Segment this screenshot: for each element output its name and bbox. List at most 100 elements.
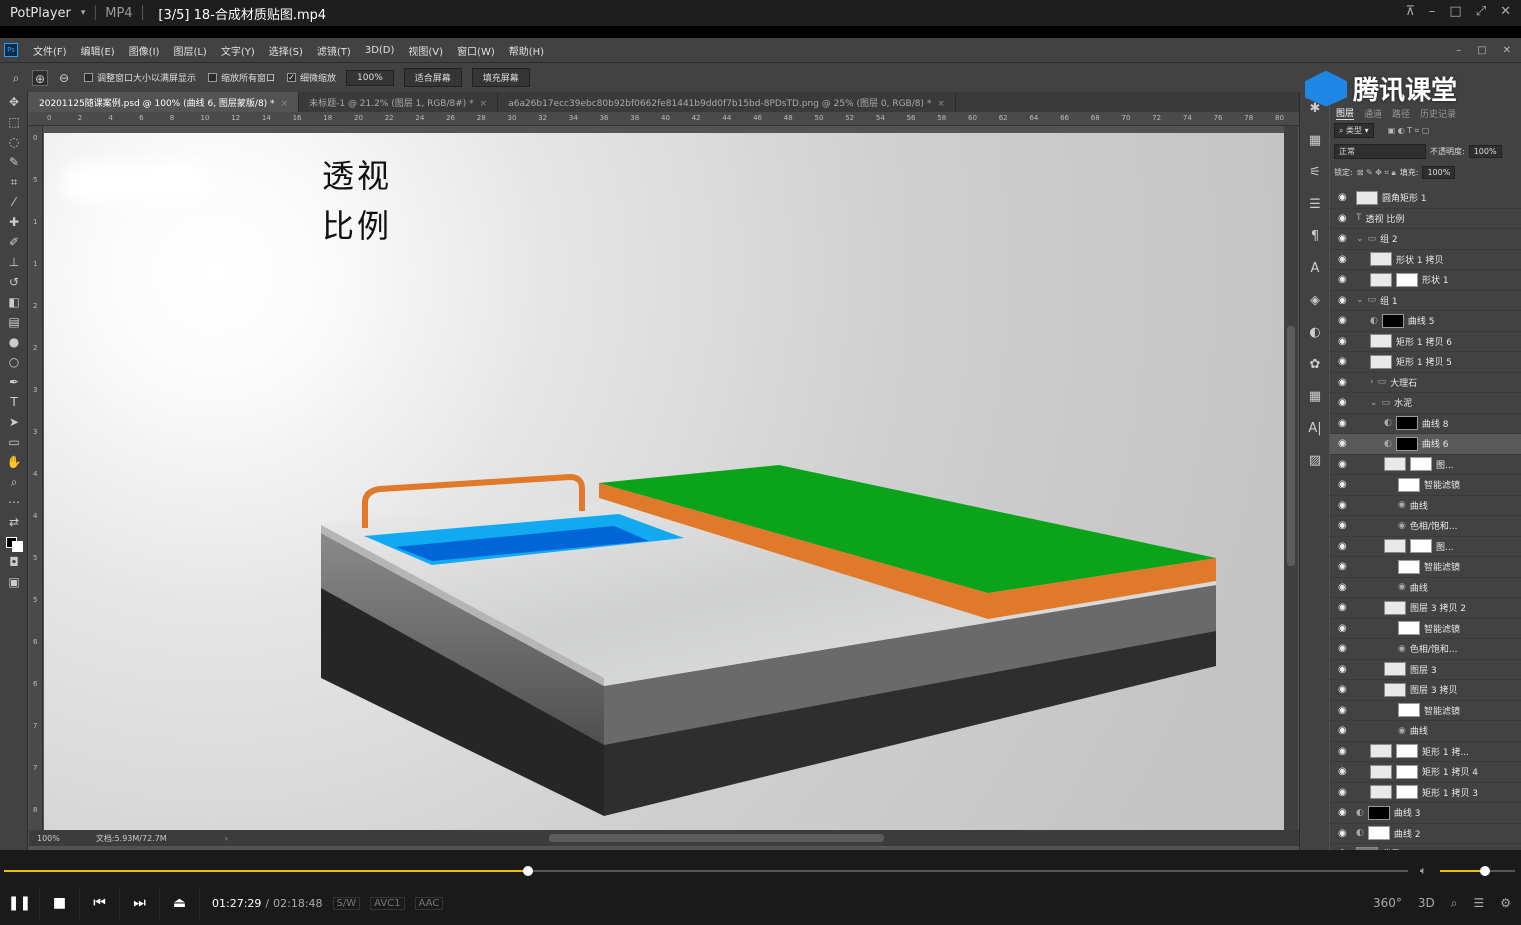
fill-screen-button[interactable]: 填充屏幕 xyxy=(471,68,530,87)
pen-tool-icon[interactable]: ✒ xyxy=(0,372,28,392)
menu-image[interactable]: 图像(I) xyxy=(122,43,167,58)
layer-row[interactable]: ◉ 图层 3 拷贝 xyxy=(1330,680,1521,701)
horizontal-scroll-thumb[interactable] xyxy=(549,834,884,842)
layer-row[interactable]: ◉ 形状 1 拷贝 xyxy=(1330,250,1521,270)
seek-bar[interactable] xyxy=(4,866,1408,876)
filter-icons[interactable]: ▣ ◐ T ⌗ ▢ xyxy=(1388,126,1430,136)
more-tools-icon[interactable]: ⋯ xyxy=(0,492,28,512)
horizontal-ruler[interactable]: 0 2 4 6 8 10 12 14 16 18 20 22 24 26 28 30 32 34 36 38 40 42 4… xyxy=(29,112,1315,126)
brush-presets-icon[interactable]: ▦ xyxy=(1300,124,1330,156)
tab-layers[interactable]: 图层 xyxy=(1336,106,1355,120)
type-tool-icon[interactable]: T xyxy=(0,392,28,412)
visibility-eye-icon[interactable]: ◉ xyxy=(1338,397,1347,408)
menu-icon[interactable]: ☰ xyxy=(1473,896,1484,911)
volume-handle[interactable] xyxy=(1480,866,1490,876)
zoom-readout[interactable]: 100% xyxy=(37,834,60,843)
visibility-eye-icon[interactable]: ◉ xyxy=(1338,746,1347,757)
menu-type[interactable]: 文字(Y) xyxy=(214,43,262,58)
layer-row[interactable]: ◉ ⌄ ▭ 组 2 xyxy=(1330,229,1521,250)
blur-icon[interactable]: ● xyxy=(0,332,28,352)
layer-row[interactable]: ◉ ◉ 曲线 xyxy=(1330,496,1521,516)
video-codec-tag[interactable]: AVC1 xyxy=(370,896,405,910)
visibility-eye-icon[interactable]: ◉ xyxy=(1338,274,1347,285)
menu-help[interactable]: 帮助(H) xyxy=(502,43,551,58)
gradient-icon[interactable]: ▤ xyxy=(0,312,28,332)
fill-input[interactable]: 100% xyxy=(1422,166,1456,179)
paragraph-icon[interactable]: ¶ xyxy=(1300,220,1330,252)
pause-button[interactable]: ❚❚ xyxy=(0,887,40,919)
quick-select-icon[interactable]: ✎ xyxy=(0,152,28,172)
chevron-right-icon[interactable]: › xyxy=(225,834,228,843)
doc-tab-active[interactable]: 20201125随课案例.psd @ 100% (曲线 6, 图层蒙版/8) *… xyxy=(29,92,300,112)
menu-filter[interactable]: 滤镜(T) xyxy=(310,43,358,58)
zoom-100-button[interactable]: 100% xyxy=(346,69,394,86)
visibility-eye-icon[interactable]: ◉ xyxy=(1338,315,1347,326)
decoder-tag[interactable]: S/W xyxy=(332,896,361,910)
seek-handle[interactable] xyxy=(522,866,533,876)
character-icon[interactable]: A| xyxy=(1300,412,1330,444)
layer-row[interactable]: ◉ 智能滤镜 xyxy=(1330,701,1521,721)
layer-row[interactable]: ◉ ◉ 色相/饱和... xyxy=(1330,639,1521,660)
fullscreen-icon[interactable]: ⤢ xyxy=(1476,4,1486,19)
kind-filter-select[interactable]: ⌕ 类型 ▾ xyxy=(1334,123,1374,138)
layer-row[interactable]: ◉ ◐ 曲线 6 xyxy=(1330,434,1521,455)
visibility-eye-icon[interactable]: ◉ xyxy=(1338,582,1347,593)
scroll-thumb[interactable] xyxy=(1287,326,1295,566)
visibility-eye-icon[interactable]: ◉ xyxy=(1338,623,1347,634)
3d-icon[interactable]: ◈ xyxy=(1300,284,1330,316)
menu-layer[interactable]: 图层(L) xyxy=(166,43,213,58)
visibility-eye-icon[interactable]: ◉ xyxy=(1338,356,1347,367)
visibility-eye-icon[interactable]: ◉ xyxy=(1338,787,1347,798)
playlist-search-icon[interactable]: ⌕ xyxy=(1451,896,1458,911)
visibility-eye-icon[interactable]: ◉ xyxy=(1338,725,1347,736)
visibility-eye-icon[interactable]: ◉ xyxy=(1338,500,1347,511)
layer-row[interactable]: ◉ ◉ 曲线 xyxy=(1330,721,1521,742)
player-app-name[interactable]: PotPlayer xyxy=(0,6,81,21)
dodge-icon[interactable]: ○ xyxy=(0,352,28,372)
lasso-tool-icon[interactable]: ◌ xyxy=(0,132,28,152)
close-icon[interactable]: ✕ xyxy=(1503,45,1511,56)
visibility-eye-icon[interactable]: ◉ xyxy=(1338,766,1347,777)
visibility-eye-icon[interactable]: ◉ xyxy=(1338,192,1347,203)
menu-edit[interactable]: 编辑(E) xyxy=(74,43,122,58)
healing-brush-icon[interactable]: ✚ xyxy=(0,212,28,232)
layer-row[interactable]: ◉ 矩形 1 拷贝 4 xyxy=(1330,762,1521,783)
layer-row[interactable]: ◉ ◐ 曲线 2 xyxy=(1330,824,1521,844)
hand-tool-icon[interactable]: ✋ xyxy=(0,452,28,472)
minimize-icon[interactable]: – xyxy=(1429,4,1436,19)
layer-row[interactable]: ◉ 智能滤镜 xyxy=(1330,619,1521,639)
channels-icon[interactable]: ▨ xyxy=(1300,444,1330,476)
tab-channels[interactable]: 通道 xyxy=(1364,107,1382,120)
previous-button[interactable]: ⏮ xyxy=(80,887,120,919)
stop-button[interactable]: ■ xyxy=(40,887,80,919)
layer-row[interactable]: ◉ 图层 3 拷贝 2 xyxy=(1330,598,1521,619)
layer-row[interactable]: ◉ ◐ 曲线 5 xyxy=(1330,311,1521,332)
maximize-icon[interactable]: □ xyxy=(1449,4,1461,19)
layer-row[interactable]: ◉ ◉ 曲线 xyxy=(1330,578,1521,598)
layer-row[interactable]: ◉ ⌄ ▭ 水泥 xyxy=(1330,393,1521,414)
maximize-icon[interactable]: □ xyxy=(1477,45,1486,56)
visibility-eye-icon[interactable]: ◉ xyxy=(1338,828,1347,839)
minimize-icon[interactable]: – xyxy=(1456,45,1461,56)
layer-row[interactable]: ◉ ⌄ ▭ 组 1 xyxy=(1330,291,1521,311)
chevron-down-icon[interactable]: ▾ xyxy=(81,8,86,18)
visibility-eye-icon[interactable]: ◉ xyxy=(1338,807,1347,818)
layer-row[interactable]: ◉ ◐ 曲线 8 xyxy=(1330,414,1521,434)
layer-row[interactable]: ◉ 矩形 1 拷贝 5 xyxy=(1330,352,1521,373)
layer-row[interactable]: ◉ ◐ 曲线 3 xyxy=(1330,803,1521,824)
menu-view[interactable]: 视图(V) xyxy=(401,43,450,58)
resize-windows-checkbox[interactable]: 调整窗口大小以满屏显示 xyxy=(84,71,196,84)
history-brush-icon[interactable]: ↺ xyxy=(0,272,28,292)
tab-history[interactable]: 历史记录 xyxy=(1420,107,1456,120)
visibility-eye-icon[interactable]: ◉ xyxy=(1338,664,1347,675)
layer-row[interactable]: ◉ 图... xyxy=(1330,455,1521,475)
zoom-in-icon[interactable]: ⊕ xyxy=(32,69,48,86)
visibility-eye-icon[interactable]: ◉ xyxy=(1338,602,1347,613)
layer-row[interactable]: ◉ ◉ 色相/饱和... xyxy=(1330,516,1521,537)
close-icon[interactable]: × xyxy=(480,99,488,109)
checkbox-box-checked[interactable]: ✓ xyxy=(287,73,297,82)
360-icon[interactable]: 360° xyxy=(1373,896,1402,911)
properties-icon[interactable]: ☰ xyxy=(1300,188,1330,220)
pin-icon[interactable]: ⊼ xyxy=(1405,4,1415,19)
checkbox-box[interactable] xyxy=(84,73,93,82)
